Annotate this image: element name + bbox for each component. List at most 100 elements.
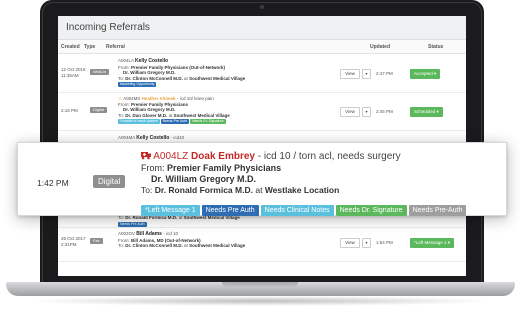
view-dropdown-button[interactable]: ▾ xyxy=(362,238,371,248)
tag-needs-clinical-notes[interactable]: Needs Clinical Notes xyxy=(260,205,334,216)
tag-list: *Left Message 1 Needs Pre Auth Needs Clini… xyxy=(141,199,468,217)
column-type[interactable]: Type xyxy=(84,44,106,50)
tag-chip[interactable]: *Unable to reach patient xyxy=(118,119,160,124)
table-row[interactable]: 26 Oct 2017 2:31PM Fax A002OV Bill Adams… xyxy=(58,228,466,262)
column-status[interactable]: Status xyxy=(392,44,452,50)
view-button[interactable]: View xyxy=(340,107,360,117)
tag-needs-pre-auth[interactable]: Needs Pre Auth xyxy=(201,205,259,216)
to-prefix: To: xyxy=(141,185,153,195)
tag-list: Needs Pre Auth xyxy=(118,221,336,227)
at-text: at xyxy=(168,112,173,118)
type-badge: Digital xyxy=(90,107,108,113)
urgent-ambulance-icon xyxy=(141,152,151,160)
column-created[interactable]: Created xyxy=(58,44,84,50)
created-time: 11:35AM xyxy=(61,73,79,78)
column-updated[interactable]: Updated xyxy=(346,44,392,50)
app-header: Incoming Referrals xyxy=(58,16,466,40)
to-doctor: Dr. Clinton McConnell M.D. xyxy=(125,243,183,248)
referring-doctor: Dr. William Gregory M.D. xyxy=(123,107,176,112)
patient-code: A004LZ xyxy=(153,151,189,162)
referral-description: - icd10 xyxy=(170,135,185,140)
patient-name[interactable]: Heather Ahimek xyxy=(142,96,176,101)
referring-doctor: Dr. William Gregory M.D. xyxy=(123,70,176,75)
referral-description: - icd 10 xyxy=(163,231,178,236)
tag-chip[interactable]: Marketing Opportunity xyxy=(118,82,157,87)
to-location: Westlake Location xyxy=(264,185,340,195)
at-text: at xyxy=(184,243,188,248)
to-location: Southwest Medical Village xyxy=(189,243,246,248)
camera-icon xyxy=(260,5,264,9)
from-line: From: Premier Family Physicians xyxy=(141,163,498,174)
patient-name[interactable]: Doak Embrey xyxy=(191,151,255,162)
referral-description: - icd 10/ knee pain xyxy=(176,96,214,101)
patient-code: A004LA xyxy=(118,58,134,63)
tag-list: Marketing Opportunity xyxy=(118,81,336,87)
to-doctor: Dr. Clinton McConnell M.D. xyxy=(125,75,183,81)
table-row[interactable]: 12 Oct 2018 11:35AM Walk-in A004LA Kelly… xyxy=(58,55,466,93)
patient-name[interactable]: Kelly Costello xyxy=(135,58,168,64)
patient-line: A004MA Kelly Costello - icd10 xyxy=(118,135,336,142)
flag-icon: ⚠ xyxy=(118,96,123,101)
view-dropdown-button[interactable]: ▾ xyxy=(362,107,371,117)
laptop-shadow xyxy=(24,296,497,306)
referral-cell: A004LA Kelly Costello From: Premier Fami… xyxy=(118,58,336,87)
from-practice: Premier Family Physicians (Out-of-Networ… xyxy=(131,64,226,70)
created-time: 2:16 PM xyxy=(61,108,78,113)
to-doctor: Dr. Ronald Formica M.D. xyxy=(154,185,253,195)
at-text: at xyxy=(255,185,263,195)
type-badge: Walk-in xyxy=(90,69,110,75)
table-row[interactable]: 2:16 PM Digital ⚠ A004MS Heather Ahimek … xyxy=(58,93,466,131)
view-dropdown-button[interactable]: ▾ xyxy=(362,69,371,79)
referral-description: - icd 10 / torn acl, needs surgery xyxy=(257,151,401,162)
to-location: Southwest Medical Village xyxy=(173,112,230,118)
referral-cell: A004LZ Doak Embrey - icd 10 / torn acl, … xyxy=(141,150,498,196)
from-practice: Premier Family Physicians xyxy=(167,163,282,173)
view-button[interactable]: View xyxy=(340,238,360,248)
table-header: Created Type Referral Updated Status xyxy=(58,40,466,54)
from-prefix: From: xyxy=(141,163,165,173)
created-time: 1:42 PM xyxy=(37,178,69,188)
updated-time: 1:54 PM xyxy=(376,240,393,245)
to-line: To: Dr. Ronald Formica M.D. at Westlake … xyxy=(141,185,498,196)
tag-needs-dr-signature[interactable]: Needs Dr. Signature xyxy=(335,205,407,216)
tag-list: *Unable to reach patient Needs Pre Auth Ne… xyxy=(118,118,336,124)
to-prefix: To: xyxy=(118,243,125,248)
tag-chip[interactable]: Needs Pre Auth xyxy=(118,221,147,227)
referral-cell: ⚠ A004MS Heather Ahimek - icd 10/ knee p… xyxy=(118,96,336,124)
from-practice: Premier Family Physicians xyxy=(131,101,189,107)
column-referral[interactable]: Referral xyxy=(106,44,346,50)
patient-code: A004MA xyxy=(118,135,136,140)
page-title: Incoming Referrals xyxy=(66,22,150,33)
highlighted-referral-card[interactable]: 1:42 PM Digital A004LZ Doak Embrey - icd… xyxy=(17,142,507,216)
tag-needs-pre-auth-gray[interactable]: Needs Pre-Auth xyxy=(408,205,467,216)
to-location: Southwest Medical Village xyxy=(189,75,246,81)
referral-cell: A002OV Bill Adams - icd 10 From: Bill Ad… xyxy=(118,231,336,249)
patient-line: A004LZ Doak Embrey - icd 10 / torn acl, … xyxy=(141,150,498,163)
referral-cell: A004MA Kelly Costello - icd10 xyxy=(118,135,336,142)
type-badge: Digital xyxy=(93,175,126,188)
patient-code: A004MS xyxy=(123,96,141,101)
to-doctor: Dr. Dan Glover M.D. xyxy=(125,112,168,118)
at-text: at xyxy=(184,75,188,81)
patient-name[interactable]: Bill Adams xyxy=(136,231,162,237)
referring-doctor: Dr. William Gregory M.D. xyxy=(151,174,256,184)
patient-name[interactable]: Kelly Costello xyxy=(136,135,169,141)
to-prefix: To: xyxy=(118,112,125,118)
status-dropdown[interactable]: *Left Message 1 ▾ xyxy=(410,238,455,248)
updated-time: 2:47 PM xyxy=(376,71,393,76)
tag-chip[interactable]: Needs Dr. Signature xyxy=(190,119,226,124)
to-line: To: Dr. Clinton McConnell M.D. at Southw… xyxy=(118,243,336,249)
tag-left-message[interactable]: *Left Message 1 xyxy=(141,205,200,216)
patient-code: A002OV xyxy=(118,231,136,236)
type-badge: Fax xyxy=(90,238,103,244)
status-dropdown[interactable]: Accepted ▾ xyxy=(410,69,441,79)
created-cell: 26 Oct 2017 2:31PM xyxy=(61,236,86,248)
from-practice: Bill Adams, MD (Out-of-Network) xyxy=(131,237,201,243)
laptop-notch xyxy=(222,282,298,288)
to-prefix: To: xyxy=(118,75,125,81)
status-dropdown[interactable]: Scheduled ▾ xyxy=(410,107,443,117)
created-time: 2:31PM xyxy=(61,242,77,247)
created-cell: 12 Oct 2018 11:35AM xyxy=(61,67,86,79)
view-button[interactable]: View xyxy=(340,69,360,79)
tag-chip[interactable]: Needs Pre Auth xyxy=(160,119,190,124)
